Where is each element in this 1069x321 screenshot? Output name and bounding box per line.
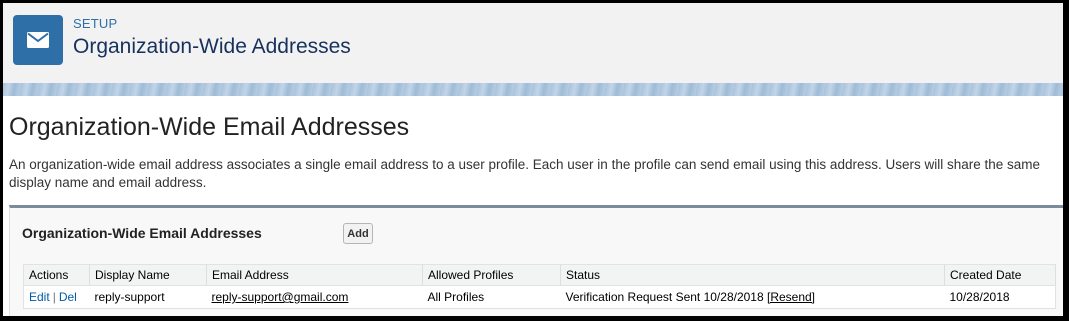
column-header-actions: Actions xyxy=(23,264,90,286)
table-header-row: Actions Display Name Email Address Allow… xyxy=(23,264,1056,286)
column-header-status[interactable]: Status xyxy=(560,264,945,286)
delete-link[interactable]: Del xyxy=(59,290,77,304)
status-cell: Verification Request Sent 10/28/2018 [Re… xyxy=(561,286,945,309)
action-separator: | xyxy=(52,290,56,304)
addresses-table: Actions Display Name Email Address Allow… xyxy=(23,264,1056,309)
email-cell: reply-support@gmail.com xyxy=(207,286,423,309)
allowed-profiles-cell: All Profiles xyxy=(427,290,485,304)
setup-page: SETUP Organization-Wide Addresses Organi… xyxy=(3,3,1063,316)
actions-cell: Edit | Del xyxy=(24,286,90,309)
setup-breadcrumb[interactable]: SETUP xyxy=(73,16,117,31)
edit-link[interactable]: Edit xyxy=(29,290,50,304)
page-title: Organization-Wide Addresses xyxy=(73,35,351,58)
add-button[interactable]: Add xyxy=(343,223,373,244)
email-address-link[interactable]: reply-support@gmail.com xyxy=(212,290,349,304)
column-header-display-name[interactable]: Display Name xyxy=(89,264,207,286)
column-header-created-date[interactable]: Created Date xyxy=(944,264,1056,286)
header-decoration xyxy=(3,83,1063,96)
related-list: Organization-Wide Email Addresses Add Ac… xyxy=(9,205,1063,316)
content-title: Organization-Wide Email Addresses xyxy=(9,113,410,141)
page-description: An organization-wide email address assoc… xyxy=(9,157,1041,190)
column-header-allowed-profiles[interactable]: Allowed Profiles xyxy=(422,264,561,286)
resend-link[interactable]: [Resend] xyxy=(767,290,815,304)
related-list-title: Organization-Wide Email Addresses xyxy=(22,225,262,241)
envelope-icon xyxy=(13,15,63,65)
table-row: Edit | Del reply-support reply-support@gma… xyxy=(24,286,1056,309)
status-text: Verification Request Sent 10/28/2018 xyxy=(565,290,764,304)
created-date-cell: 10/28/2018 xyxy=(949,290,1010,304)
column-header-email-address[interactable]: Email Address xyxy=(206,264,423,286)
display-name-cell: reply-support xyxy=(94,290,165,304)
setup-header: SETUP Organization-Wide Addresses xyxy=(3,3,1063,83)
